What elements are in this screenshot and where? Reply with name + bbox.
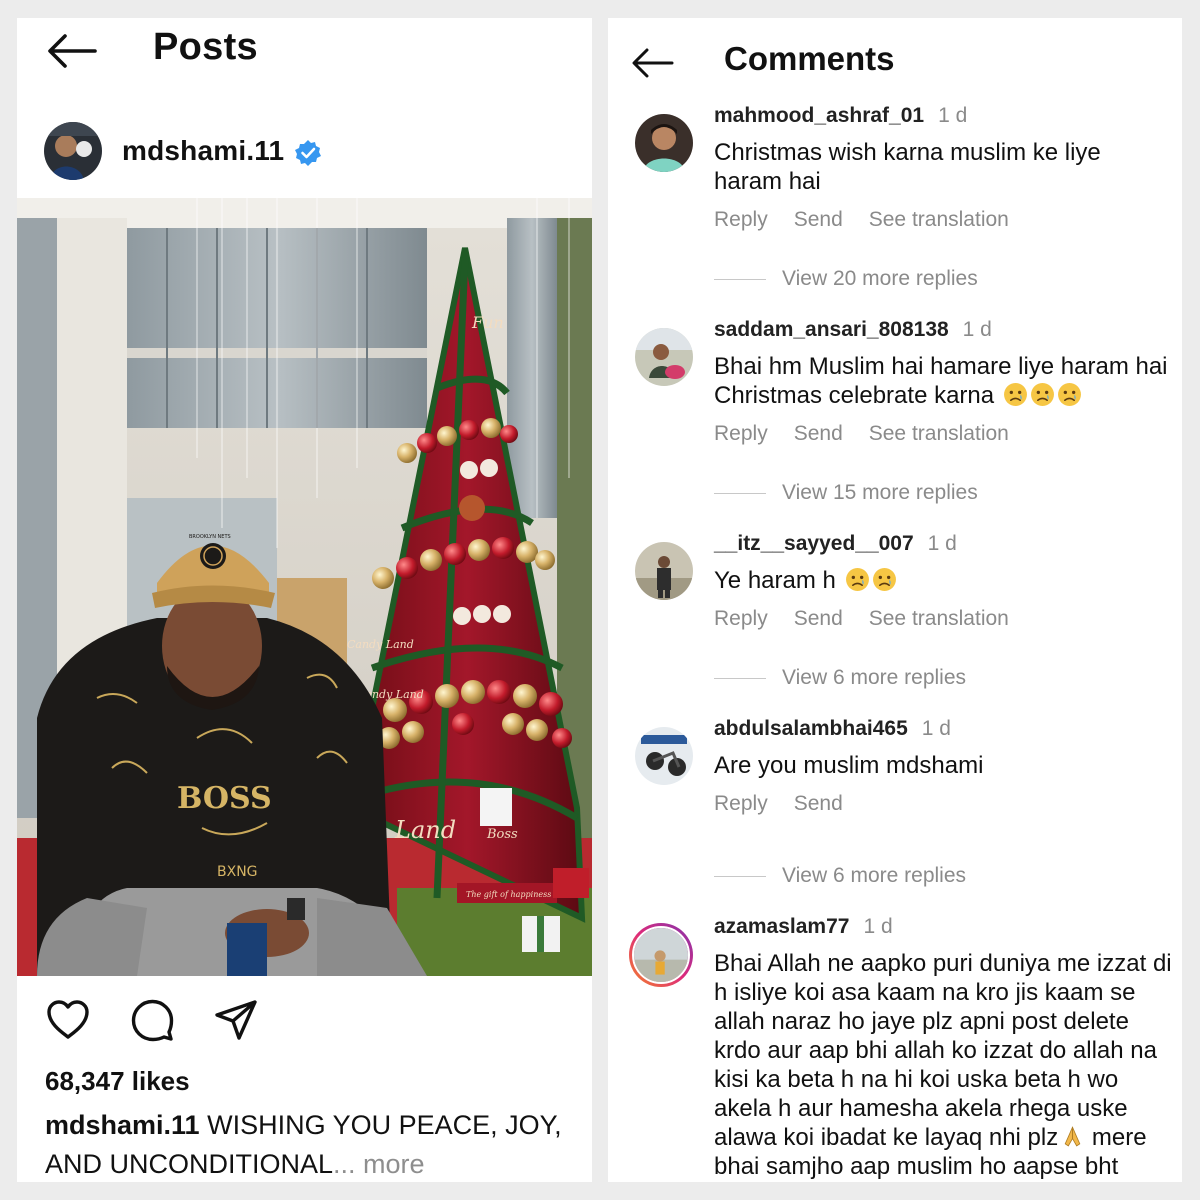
comment-time: 1 d <box>927 532 957 555</box>
view-replies-label: View 6 more replies <box>782 864 967 887</box>
post-author-row[interactable]: mdshami.11 <box>44 122 322 180</box>
comment-body: saddam_ansari_808138 1 d Bhai hm Muslim h… <box>714 316 1174 446</box>
comment-username[interactable]: __itz__sayyed__007 <box>714 530 914 558</box>
avatar[interactable] <box>44 122 102 180</box>
comment-text: Are you muslim mdshami <box>714 752 984 779</box>
page-title: Posts <box>153 26 258 68</box>
folded-hands-icon <box>1064 1126 1081 1147</box>
sad-face-icon <box>1057 383 1081 406</box>
comment-text: Bhai hm Muslim hai hamare liye haram hai… <box>714 352 1174 410</box>
sad-face-icon <box>1030 383 1054 406</box>
see-translation-button[interactable]: See translation <box>869 607 1009 631</box>
view-replies-button[interactable]: View 6 more replies <box>714 663 966 693</box>
comment-body: __itz__sayyed__007 1 d Ye haram h Reply S… <box>714 530 1174 631</box>
heart-icon[interactable] <box>45 997 91 1043</box>
post-panel: Posts mdshami.11 Fun Land Candy Land Can… <box>17 18 592 1182</box>
comment-username[interactable]: mahmood_ashraf_01 <box>714 102 924 130</box>
see-translation-button[interactable]: See translation <box>869 422 1009 446</box>
hoodie-sub: BXNG <box>217 864 258 880</box>
comment-time: 1 d <box>863 915 893 938</box>
arrow-left-icon <box>48 34 97 68</box>
arrow-left-icon <box>632 48 674 78</box>
avatar[interactable] <box>635 114 693 172</box>
avatar-story-ring[interactable] <box>629 923 693 987</box>
reply-button[interactable]: Reply <box>714 792 768 816</box>
comment-text-body: Ye haram h <box>714 567 836 594</box>
post-image[interactable]: Fun Land Candy Land Candy Land Boss The … <box>17 198 592 976</box>
tree-word: The gift of happiness <box>466 890 551 899</box>
view-replies-label: View 15 more replies <box>782 481 978 504</box>
comment-body: abdulsalambhai465 1 d Are you muslim mdsh… <box>714 715 1174 816</box>
sad-face-icon <box>845 568 869 591</box>
comment-icon[interactable] <box>129 997 175 1043</box>
page-title: Comments <box>724 40 895 77</box>
view-replies-button[interactable]: View 6 more replies <box>714 861 966 891</box>
caption-username[interactable]: mdshami.11 <box>45 1110 200 1140</box>
sad-face-icon <box>1003 383 1027 406</box>
back-button[interactable] <box>632 48 674 78</box>
view-replies-label: View 20 more replies <box>782 267 978 290</box>
hoodie-brand: BOSS <box>177 781 272 816</box>
comment-time: 1 d <box>938 104 968 127</box>
back-button[interactable] <box>47 34 97 68</box>
sad-face-icon <box>872 568 896 591</box>
divider <box>714 677 766 679</box>
verified-badge-icon <box>295 140 322 166</box>
comment-username[interactable]: azamaslam77 <box>714 913 849 941</box>
comments-panel: Comments mahmood_ashraf_01 1 d Christmas … <box>608 18 1182 1182</box>
reply-button[interactable]: Reply <box>714 422 768 446</box>
tree-word: Candy Land <box>347 638 414 651</box>
view-replies-button[interactable]: View 20 more replies <box>714 264 978 294</box>
comment-username[interactable]: saddam_ansari_808138 <box>714 316 949 344</box>
send-button[interactable]: Send <box>794 422 843 446</box>
reply-button[interactable]: Reply <box>714 208 768 232</box>
post-actions <box>45 998 297 1042</box>
author-username[interactable]: mdshami.11 <box>122 135 284 167</box>
tree-word: Boss <box>486 827 518 842</box>
cap-text: BROOKLYN NETS <box>189 534 231 540</box>
comment-text: Ye haram h <box>714 566 1174 595</box>
comment-text: Christmas wish karna muslim ke liye hara… <box>714 139 1101 195</box>
comment-body: mahmood_ashraf_01 1 d Christmas wish karn… <box>714 102 1174 232</box>
avatar[interactable] <box>635 328 693 386</box>
divider <box>714 492 766 494</box>
view-replies-button[interactable]: View 15 more replies <box>714 478 978 508</box>
avatar[interactable] <box>635 727 693 785</box>
likes-count[interactable]: 68,347 likes <box>45 1066 190 1097</box>
reply-button[interactable]: Reply <box>714 607 768 631</box>
send-button[interactable]: Send <box>794 208 843 232</box>
post-caption: mdshami.11 WISHING YOU PEACE, JOY, AND U… <box>45 1106 565 1182</box>
caption-more-link[interactable]: ... more <box>333 1149 425 1179</box>
comment-text: Bhai Allah ne aapko puri duniya me izzat… <box>714 949 1174 1181</box>
send-button[interactable]: Send <box>794 792 843 816</box>
divider <box>714 875 766 877</box>
comment-time: 1 d <box>962 318 992 341</box>
see-translation-button[interactable]: See translation <box>869 208 1009 232</box>
comment-text-body: Bhai hm Muslim hai hamare liye haram hai… <box>714 353 1168 409</box>
view-replies-label: View 6 more replies <box>782 666 967 689</box>
comment-username[interactable]: abdulsalambhai465 <box>714 715 908 743</box>
tree-word: Land <box>394 816 456 844</box>
comment-time: 1 d <box>921 717 951 740</box>
share-icon[interactable] <box>213 997 259 1043</box>
divider <box>714 278 766 280</box>
avatar[interactable] <box>635 542 693 600</box>
comment-text-body: Bhai Allah ne aapko puri duniya me izzat… <box>714 950 1172 1151</box>
comment-body: azamaslam77 1 d Bhai Allah ne aapko puri … <box>714 913 1174 1181</box>
tree-word: Fun <box>471 313 504 332</box>
send-button[interactable]: Send <box>794 607 843 631</box>
